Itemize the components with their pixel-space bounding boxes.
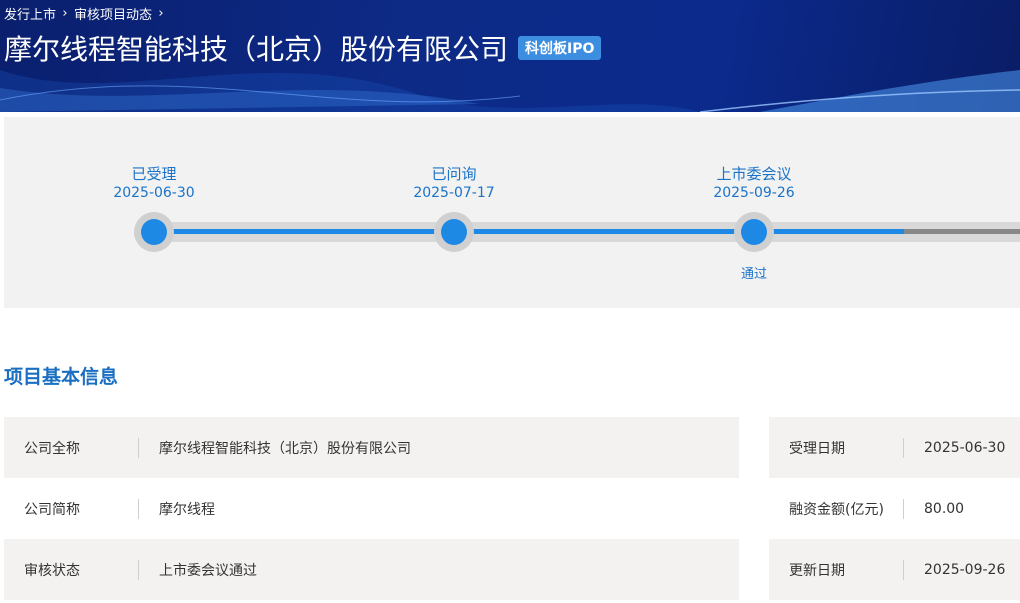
stage-name: 已问询	[431, 165, 477, 183]
info-row-full-name: 公司全称 摩尔线程智能科技（北京）股份有限公司	[4, 417, 739, 478]
info-label: 公司简称	[24, 501, 80, 518]
info-value: 2025-09-26	[924, 561, 1006, 578]
stage-inquired: 已问询 2025-07-17	[384, 164, 524, 202]
timeline-progress-bar	[154, 229, 904, 234]
info-label: 更新日期	[789, 562, 845, 579]
info-value: 80.00	[924, 500, 965, 517]
section-title: 项目基本信息	[4, 366, 119, 388]
stage-date: 2025-09-26	[713, 185, 795, 201]
info-row-short-name: 公司简称 摩尔线程	[4, 478, 739, 539]
stage-name: 已受理	[131, 165, 177, 183]
info-label: 公司全称	[24, 440, 80, 457]
stage-date: 2025-06-30	[113, 185, 195, 201]
info-row-update-date: 更新日期 2025-09-26	[769, 539, 1020, 600]
stage-node-inquired	[434, 212, 474, 252]
info-label: 审核状态	[24, 562, 80, 579]
stage-node-accepted	[134, 212, 174, 252]
info-value: 2025-06-30	[924, 439, 1006, 456]
info-row-accept-date: 受理日期 2025-06-30	[769, 417, 1020, 478]
breadcrumb: 发行上市 › 审核项目动态 ›	[4, 4, 170, 23]
chevron-right-icon: ›	[158, 6, 164, 21]
page-title: 摩尔线程智能科技（北京）股份有限公司	[4, 33, 509, 66]
breadcrumb-item-review-dynamics[interactable]: 审核项目动态	[74, 4, 152, 23]
chevron-right-icon: ›	[62, 6, 68, 21]
stage-date: 2025-07-17	[413, 185, 495, 201]
stage-name: 上市委会议	[716, 165, 792, 183]
info-row-financing-amount: 融资金额(亿元) 80.00	[769, 478, 1020, 539]
info-value: 上市委会议通过	[159, 562, 257, 579]
board-badge: 科创板IPO	[518, 36, 602, 60]
info-value: 摩尔线程	[159, 501, 215, 518]
stage-result: 通过	[740, 267, 767, 282]
info-row-review-status: 审核状态 上市委会议通过	[4, 539, 739, 600]
progress-timeline: 已受理 2025-06-30 已问询 2025-07-17 上市委会议 2025…	[4, 117, 1020, 308]
info-label: 受理日期	[789, 440, 845, 457]
header-banner: 发行上市 › 审核项目动态 › 摩尔线程智能科技（北京）股份有限公司 科创板IP…	[0, 0, 1020, 112]
stage-accepted: 已受理 2025-06-30	[84, 164, 224, 202]
stage-node-listing-committee	[734, 212, 774, 252]
stage-listing-committee: 上市委会议 2025-09-26	[684, 164, 824, 202]
breadcrumb-item-issuance[interactable]: 发行上市	[4, 4, 56, 23]
timeline-remaining-bar	[904, 229, 1020, 234]
info-value: 摩尔线程智能科技（北京）股份有限公司	[159, 440, 411, 457]
info-label: 融资金额(亿元)	[789, 501, 884, 518]
